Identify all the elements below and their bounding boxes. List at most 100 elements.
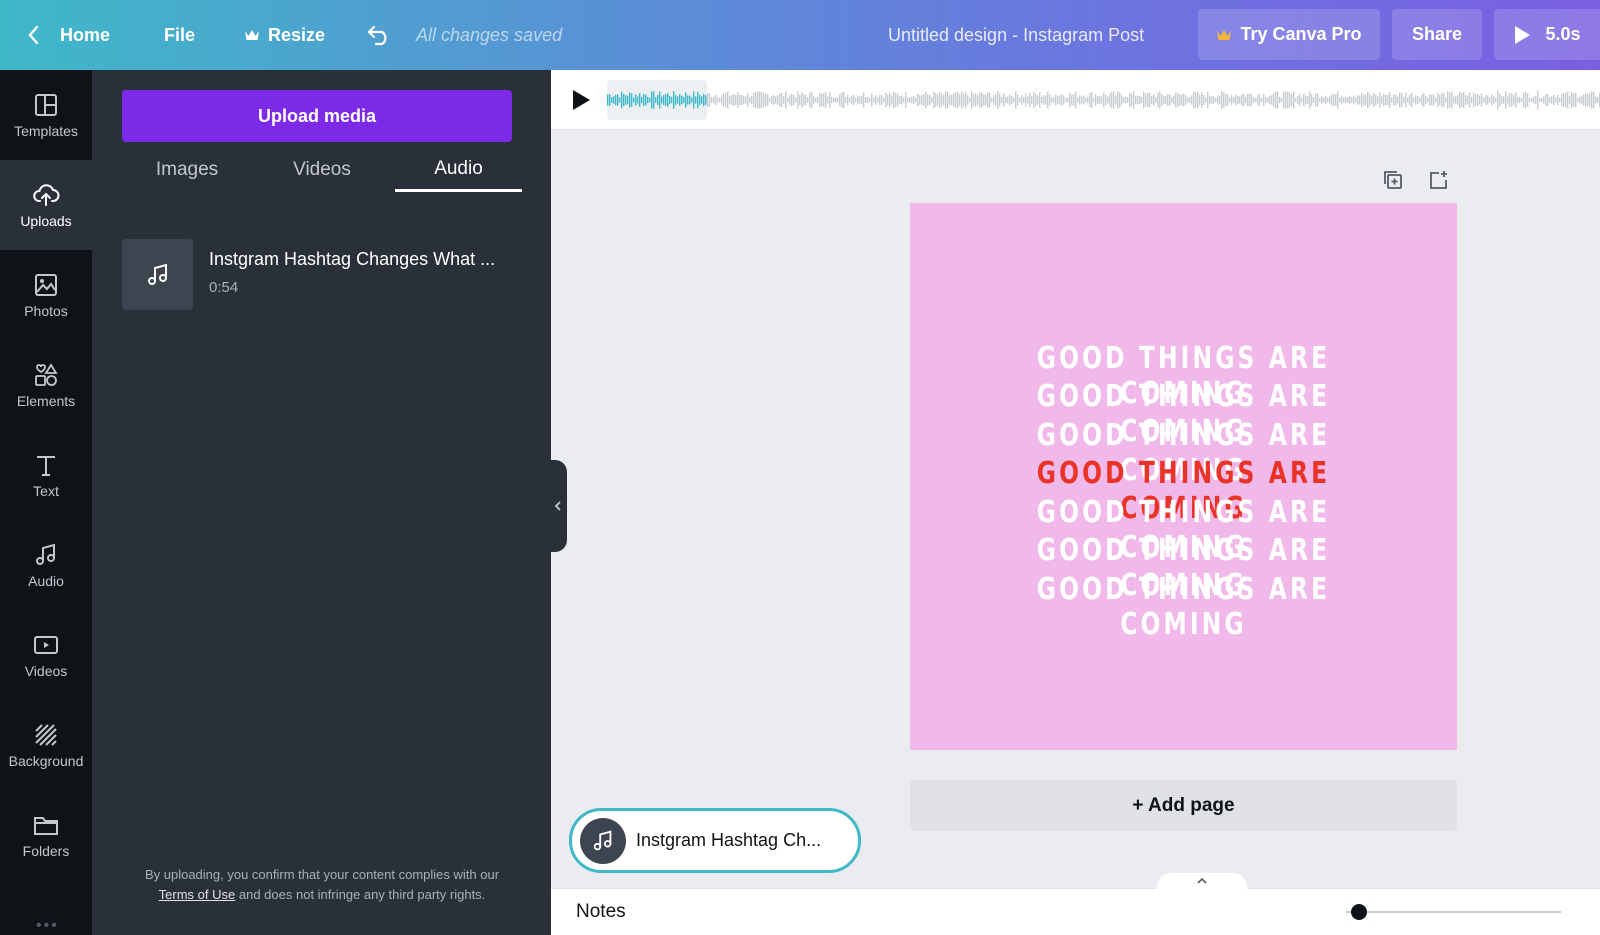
duplicate-page-button[interactable] [1379, 166, 1407, 194]
notes-button[interactable]: Notes [576, 901, 626, 923]
rail-label: Templates [14, 123, 78, 139]
waveform-bar [1419, 97, 1421, 103]
waveform-bar [1261, 97, 1263, 103]
waveform-bar [1441, 93, 1443, 107]
waveform-bar [1489, 97, 1491, 103]
rail-item-videos[interactable]: Videos [0, 610, 92, 700]
waveform-bar [885, 92, 887, 108]
waveform-bar [1151, 96, 1153, 104]
rail-item-photos[interactable]: Photos [0, 250, 92, 340]
waveform-bar [945, 91, 947, 109]
add-new-page-button[interactable] [1425, 166, 1453, 194]
terms-of-use-link[interactable]: Terms of Use [159, 887, 236, 902]
try-canva-pro-button[interactable]: Try Canva Pro [1198, 9, 1380, 60]
chevron-left-icon [554, 501, 561, 511]
waveform-bar [1193, 91, 1195, 109]
waveform-bar [613, 96, 615, 104]
zoom-slider-track[interactable] [1346, 911, 1561, 913]
share-button[interactable]: Share [1392, 9, 1482, 60]
rail-item-elements[interactable]: Elements [0, 340, 92, 430]
rail-item-background[interactable]: Background [0, 700, 92, 790]
waveform-bar [1329, 96, 1331, 104]
file-menu[interactable]: File [164, 0, 195, 70]
waveform-bar [1473, 92, 1475, 108]
collapse-panel-button[interactable] [549, 460, 567, 552]
rail-item-folders[interactable]: Folders [0, 790, 92, 880]
waveform-bar [1077, 97, 1079, 103]
upload-legal-notice: By uploading, you confirm that your cont… [122, 865, 522, 905]
waveform-bar [1055, 94, 1057, 106]
add-page-button[interactable]: + Add page [910, 780, 1457, 831]
rail-item-templates[interactable]: Templates [0, 70, 92, 160]
undo-button[interactable] [366, 0, 392, 70]
rail-item-audio[interactable]: Audio [0, 520, 92, 610]
rail-item-uploads[interactable]: Uploads [0, 160, 92, 250]
design-title[interactable]: Untitled design - Instagram Post [888, 0, 1144, 70]
expand-notes-handle[interactable] [1157, 873, 1247, 889]
waveform-bar [1031, 95, 1033, 105]
waveform-bar [751, 96, 753, 104]
rail-item-text[interactable]: Text [0, 430, 92, 520]
waveform-bar [1463, 91, 1465, 109]
tab-audio[interactable]: Audio [395, 148, 522, 192]
waveform-bar [1001, 96, 1003, 104]
waveform-bar [739, 94, 741, 106]
waveform-bar [1381, 96, 1383, 104]
upload-media-button[interactable]: Upload media [122, 90, 512, 142]
waveform-bar [607, 94, 609, 106]
waveform-bar [1049, 94, 1051, 106]
resize-button[interactable]: Resize [244, 0, 325, 70]
zoom-slider-handle[interactable] [1351, 904, 1367, 920]
waveform-bar [1109, 93, 1111, 107]
waveform-bar [1353, 95, 1355, 105]
waveform-bar [611, 97, 613, 103]
waveform-bar [1537, 91, 1539, 109]
waveform-bar [633, 97, 635, 103]
waveform-bar [699, 94, 701, 106]
waveform-bar [867, 96, 869, 104]
pill-music-badge [580, 817, 626, 864]
waveform-bar [839, 94, 841, 106]
waveform-bar [1167, 94, 1169, 106]
design-canvas[interactable]: GOOD THINGS ARE COMING GOOD THINGS ARE C… [910, 203, 1457, 750]
waveform-bar [661, 96, 663, 104]
audio-waveform[interactable] [607, 88, 1600, 112]
waveform-bar [1233, 96, 1235, 104]
waveform-bar [609, 94, 611, 106]
waveform-bar [771, 95, 773, 105]
timeline-play-button[interactable] [571, 89, 591, 116]
waveform-bar [1535, 95, 1537, 105]
waveform-bar [1339, 97, 1341, 103]
more-icon[interactable]: ••• [36, 917, 59, 935]
waveform-bar [1429, 94, 1431, 106]
waveform-bar [675, 94, 677, 106]
waveform-bar [1547, 93, 1549, 107]
audio-item-duration: 0:54 [209, 279, 239, 296]
waveform-bar [1369, 93, 1371, 107]
file-label: File [164, 24, 196, 45]
tab-videos[interactable]: Videos [277, 148, 367, 192]
tab-images[interactable]: Images [142, 148, 232, 192]
waveform-bar [973, 94, 975, 106]
waveform-bar [705, 95, 707, 105]
waveform-bar [825, 91, 827, 109]
waveform-bar [1235, 94, 1237, 106]
waveform-bar [767, 94, 769, 106]
home-label: Home [60, 24, 111, 45]
waveform-bar [965, 92, 967, 108]
waveform-bar [1491, 94, 1493, 106]
waveform-bar [1115, 95, 1117, 105]
canvas-text-line[interactable]: GOOD THINGS ARE COMING [970, 572, 1397, 642]
audio-list-item[interactable]: Instgram Hashtag Changes What ... 0:54 [122, 239, 522, 311]
audio-track-pill[interactable]: Instgram Hashtag Ch... [569, 808, 861, 873]
waveform-bar [1189, 97, 1191, 103]
waveform-bar [1525, 91, 1527, 109]
present-play-button[interactable]: 5.0s [1494, 9, 1600, 60]
waveform-bar [1571, 91, 1573, 109]
home-button[interactable]: Home [26, 0, 110, 70]
waveform-bar [917, 93, 919, 107]
waveform-bar [1165, 95, 1167, 105]
waveform-bar [1051, 97, 1053, 103]
waveform-bar [1341, 95, 1343, 105]
waveform-bar [1577, 97, 1579, 103]
